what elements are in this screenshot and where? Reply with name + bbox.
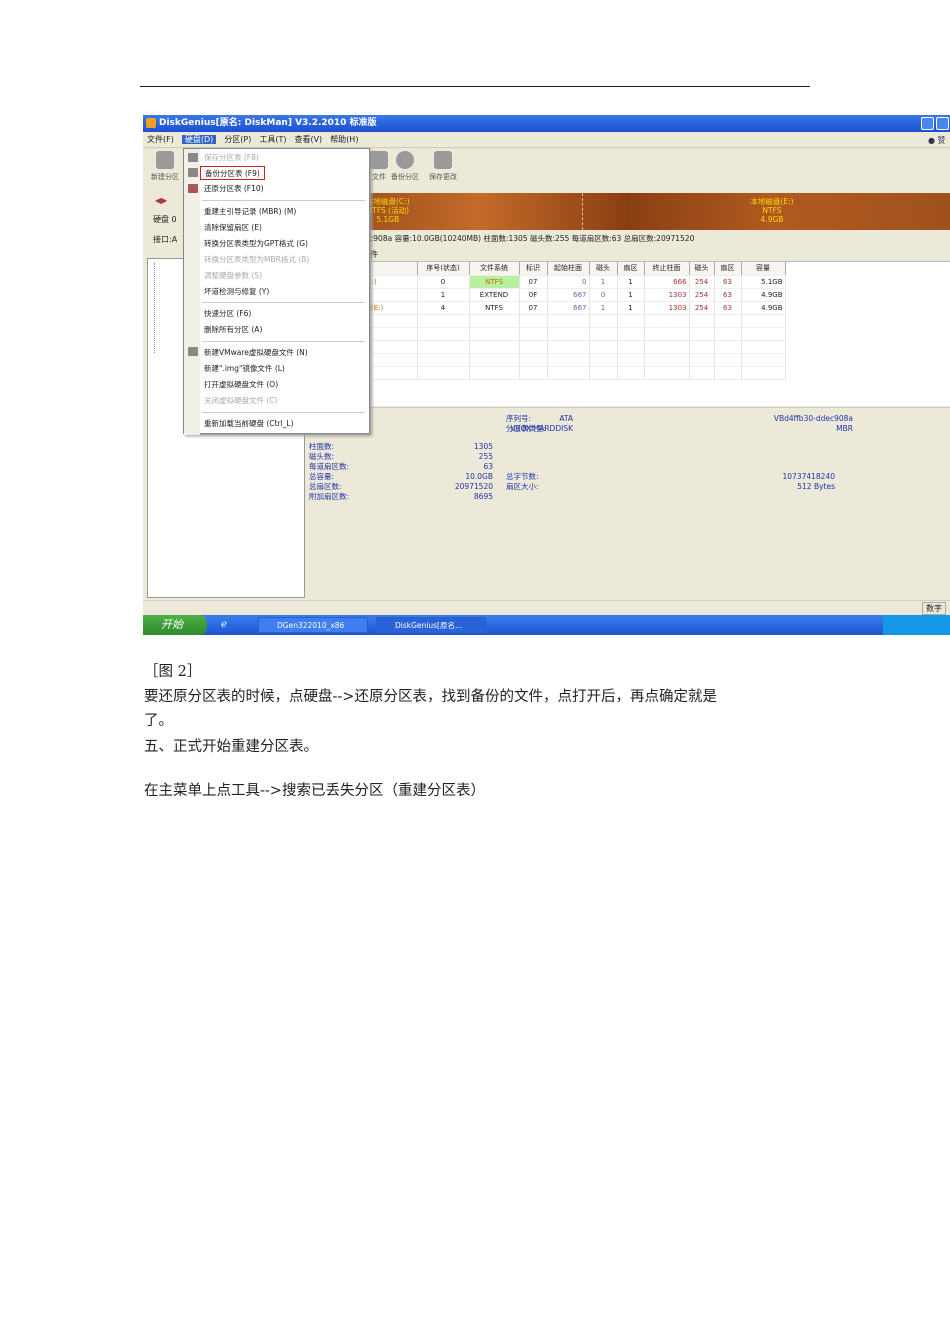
table-row[interactable]: (C:) 0 NTFS 07 0 1 1 666 254 63 5.1GB bbox=[362, 275, 786, 289]
numlock-indicator: 数字 bbox=[922, 602, 946, 615]
menu-item-reload[interactable]: 重新加载当前硬盘 (Ctrl_L) bbox=[204, 417, 294, 431]
interface-label: 接口:A bbox=[153, 235, 178, 244]
disk-label: 硬盘 0 bbox=[153, 215, 177, 224]
system-tray bbox=[883, 615, 950, 635]
start-button[interactable]: 开始 bbox=[143, 615, 207, 635]
minimize-icon[interactable] bbox=[921, 117, 934, 130]
menu-tools[interactable]: 工具(T) bbox=[259, 135, 286, 144]
save-icon bbox=[188, 153, 198, 162]
restore-icon bbox=[188, 184, 198, 193]
save-changes-button[interactable]: 保存更改 bbox=[425, 149, 461, 189]
menu-help[interactable]: 帮助(H) bbox=[330, 135, 358, 144]
menu-item-clear-reserved[interactable]: 清除保留扇区 (E) bbox=[204, 221, 262, 235]
table-row[interactable]: 盘(E:) 4 NTFS 07 667 1 1 1303 254 63 4.9GB bbox=[362, 301, 786, 315]
menu-item-restore-pt[interactable]: 还原分区表 (F10) bbox=[204, 182, 264, 196]
partition-table: 序号(状态) 文件系统 标识 起始柱面 磁头 扇区 终止柱面 磁头 扇区 容量 (C:) 0 NTFS… bbox=[362, 261, 950, 406]
partition-c-block[interactable]: 本地磁盘(C:) NTFS (活动) 5.1GB bbox=[366, 197, 410, 224]
window-title: DiskGenius[原名: DiskMan] V3.2.2010 标准版 bbox=[143, 115, 950, 132]
quicklaunch-ie-icon[interactable]: ℯ bbox=[221, 619, 227, 630]
disk-dropdown-menu: 保存分区表 (F8) 备份分区表 (F9) 还原分区表 (F10) 重建主引导记… bbox=[183, 148, 370, 435]
menu-item-convert-gpt[interactable]: 转换分区表类型为GPT格式 (G) bbox=[204, 237, 308, 251]
backup-icon bbox=[396, 151, 414, 169]
paragraph-tools: 在主菜单上点工具-->搜索已丢失分区（重建分区表） bbox=[144, 783, 485, 799]
taskbar-folder-button[interactable]: DGen322010_x86 bbox=[258, 617, 368, 633]
partition-e-block[interactable]: 本地磁盘(E:) NTFS 4.9GB bbox=[742, 197, 802, 224]
vmware-icon bbox=[188, 347, 198, 356]
menu-item-bad-sector[interactable]: 坏道检测与修复 (Y) bbox=[204, 285, 269, 299]
menu-partition[interactable]: 分区(P) bbox=[224, 135, 251, 144]
menu-item-backup-pt[interactable]: 备份分区表 (F9) bbox=[200, 166, 265, 180]
menu-item-new-img[interactable]: 新建".img"镜像文件 (L) bbox=[204, 362, 285, 376]
disk-details: ATA VBOX HARDDISK 序列号: 分区表类型: VBd4ffb30-dd… bbox=[305, 407, 950, 597]
menu-item-convert-mbr[interactable]: 转换分区表类型为MBR格式 (B) bbox=[204, 253, 309, 267]
menu-item-new-vmware[interactable]: 新建VMware虚拟硬盘文件 (N) bbox=[204, 346, 308, 360]
tree-lines bbox=[154, 263, 184, 353]
menu-item-rebuild-mbr[interactable]: 重建主引导记录 (MBR) (M) bbox=[204, 205, 296, 219]
figure-caption: ［图 2］ bbox=[144, 664, 202, 680]
diskgenius-screenshot: DiskGenius[原名: DiskMan] V3.2.2010 标准版 文件… bbox=[143, 115, 950, 635]
paragraph-restore-cont: 了。 bbox=[144, 713, 173, 729]
menu-file[interactable]: 文件(F) bbox=[147, 135, 174, 144]
taskbar: 开始 ℯ DGen322010_x86 DiskGenius[原名... bbox=[143, 615, 950, 635]
menu-item-open-virtual[interactable]: 打开虚拟硬盘文件 (O) bbox=[204, 378, 278, 392]
section-heading: 五、正式开始重建分区表。 bbox=[144, 739, 318, 755]
disk-icon bbox=[156, 151, 174, 169]
menu-item-quick-partition[interactable]: 快速分区 (F6) bbox=[204, 307, 251, 321]
disk-info-line: ...c908a 容量:10.0GB(10240MB) 柱面数:1305 磁头数… bbox=[362, 234, 695, 243]
header-rule bbox=[140, 86, 810, 87]
backup-partition-button[interactable]: 备份分区 bbox=[387, 149, 423, 189]
save-icon bbox=[434, 151, 452, 169]
backup-icon bbox=[188, 168, 198, 177]
paragraph-restore: 要还原分区表的时候，点硬盘-->还原分区表，找到备份的文件，点打开后，再点确定就… bbox=[144, 689, 717, 705]
table-header: 序号(状态) 文件系统 标识 起始柱面 磁头 扇区 终止柱面 磁头 扇区 容量 bbox=[362, 262, 786, 276]
disk-partition-bar[interactable]: 本地磁盘(C:) NTFS (活动) 5.1GB 本地磁盘(E:) NTFS 4.9GB bbox=[362, 193, 950, 230]
menu-item-adjust-params[interactable]: 调整硬盘参数 (S) bbox=[204, 269, 262, 283]
new-partition-button[interactable]: 新建分区 bbox=[147, 149, 183, 189]
app-icon bbox=[146, 118, 156, 128]
file-icon bbox=[370, 151, 388, 169]
menu-item-close-virtual[interactable]: 关闭虚拟硬盘文件 (C) bbox=[204, 394, 277, 408]
nav-arrows-icon[interactable]: ◀▶ bbox=[155, 196, 167, 205]
table-row[interactable]: 1 EXTEND 0F 667 0 1 1303 254 63 4.9GB bbox=[362, 288, 786, 302]
menu-view[interactable]: 查看(V) bbox=[294, 135, 322, 144]
maximize-icon[interactable] bbox=[936, 117, 949, 130]
status-bar: 数字 bbox=[143, 600, 950, 615]
taskbar-diskgenius-button[interactable]: DiskGenius[原名... bbox=[376, 617, 486, 633]
partition-divider bbox=[582, 193, 583, 230]
menu-disk[interactable]: 硬盘(D) bbox=[181, 135, 217, 144]
menu-item-delete-all[interactable]: 删除所有分区 (A) bbox=[204, 323, 262, 337]
menubar-right[interactable]: ● 赞 bbox=[928, 135, 946, 146]
menubar: 文件(F) 硬盘(D) 分区(P) 工具(T) 查看(V) 帮助(H) bbox=[143, 132, 950, 148]
menu-item-save-pt[interactable]: 保存分区表 (F8) bbox=[204, 151, 259, 165]
